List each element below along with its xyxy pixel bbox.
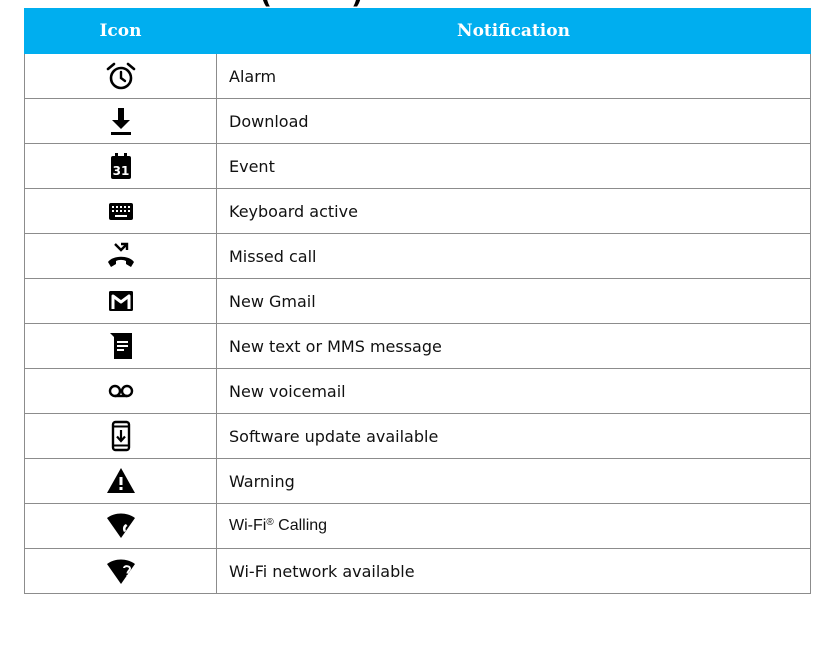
warning-icon [105, 465, 137, 497]
table-row: Alarm [24, 53, 811, 99]
keyboard-icon [105, 195, 137, 227]
message-icon [105, 330, 137, 362]
notification-icons-table: Icon Notification Alarm Download 31 Even… [24, 8, 811, 594]
download-icon [105, 105, 137, 137]
gmail-icon [105, 285, 137, 317]
table-row: Keyboard active [24, 188, 811, 234]
table-row: New text or MMS message [24, 323, 811, 369]
registered-mark: ® [266, 517, 274, 528]
table-row: Download [24, 98, 811, 144]
notification-label: Download [216, 98, 811, 144]
alarm-icon [105, 60, 137, 92]
table-row: Missed call [24, 233, 811, 279]
table-row: Wi-Fi® Calling [24, 503, 811, 549]
notification-label: Wi-Fi® Calling [216, 503, 811, 549]
table-row: Wi-Fi network available [24, 548, 811, 594]
notification-label: Keyboard active [216, 188, 811, 234]
wifi-calling-icon [105, 510, 137, 542]
notification-column-header: Notification [216, 8, 811, 54]
notification-label: New voicemail [216, 368, 811, 414]
missed-call-icon [105, 240, 137, 272]
calendar-day-number: 31 [112, 164, 129, 178]
notification-label: New Gmail [216, 278, 811, 324]
notification-label: Wi-Fi network available [216, 548, 811, 594]
table-header-row: Icon Notification [24, 8, 811, 54]
table-row: Software update available [24, 413, 811, 459]
notification-label: Warning [216, 458, 811, 504]
calendar-event-icon: 31 [105, 150, 137, 182]
software-update-icon [105, 420, 137, 452]
table-row: Warning [24, 458, 811, 504]
notification-label: Missed call [216, 233, 811, 279]
table-row: New Gmail [24, 278, 811, 324]
table-row: 31 Event [24, 143, 811, 189]
notification-label: Software update available [216, 413, 811, 459]
notification-label: Event [216, 143, 811, 189]
notification-label: New text or MMS message [216, 323, 811, 369]
table-row: New voicemail [24, 368, 811, 414]
icon-column-header: Icon [24, 8, 217, 54]
voicemail-icon [105, 375, 137, 407]
wifi-network-available-icon [105, 555, 137, 587]
notification-label: Alarm [216, 53, 811, 99]
